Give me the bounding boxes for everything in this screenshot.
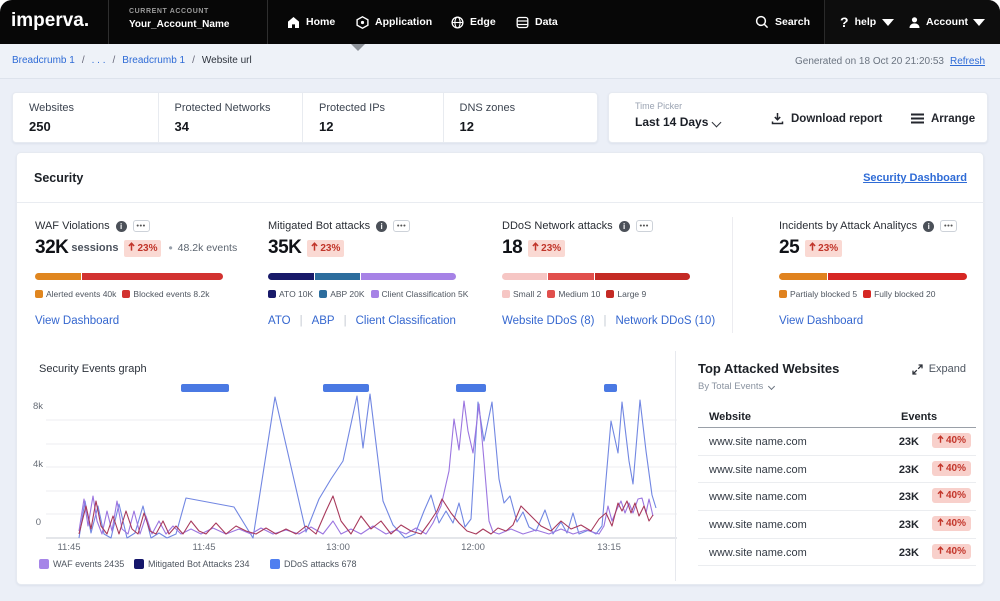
svg-text:WAF events 2435: WAF events 2435	[53, 559, 124, 569]
svg-text:DDoS attacks 678: DDoS attacks 678	[284, 559, 357, 569]
svg-text:13:00: 13:00	[326, 542, 350, 553]
svg-text:0: 0	[36, 517, 41, 528]
svg-text:4k: 4k	[33, 459, 43, 470]
svg-text:8k: 8k	[33, 401, 43, 412]
svg-text:13:15: 13:15	[597, 542, 621, 553]
svg-text:Security Events graph: Security Events graph	[39, 363, 147, 375]
svg-text:12:00: 12:00	[461, 542, 485, 553]
svg-text:11:45: 11:45	[192, 542, 215, 553]
svg-text:Mitigated Bot Attacks 234: Mitigated Bot Attacks 234	[148, 559, 250, 569]
svg-text:11:45: 11:45	[57, 542, 80, 553]
